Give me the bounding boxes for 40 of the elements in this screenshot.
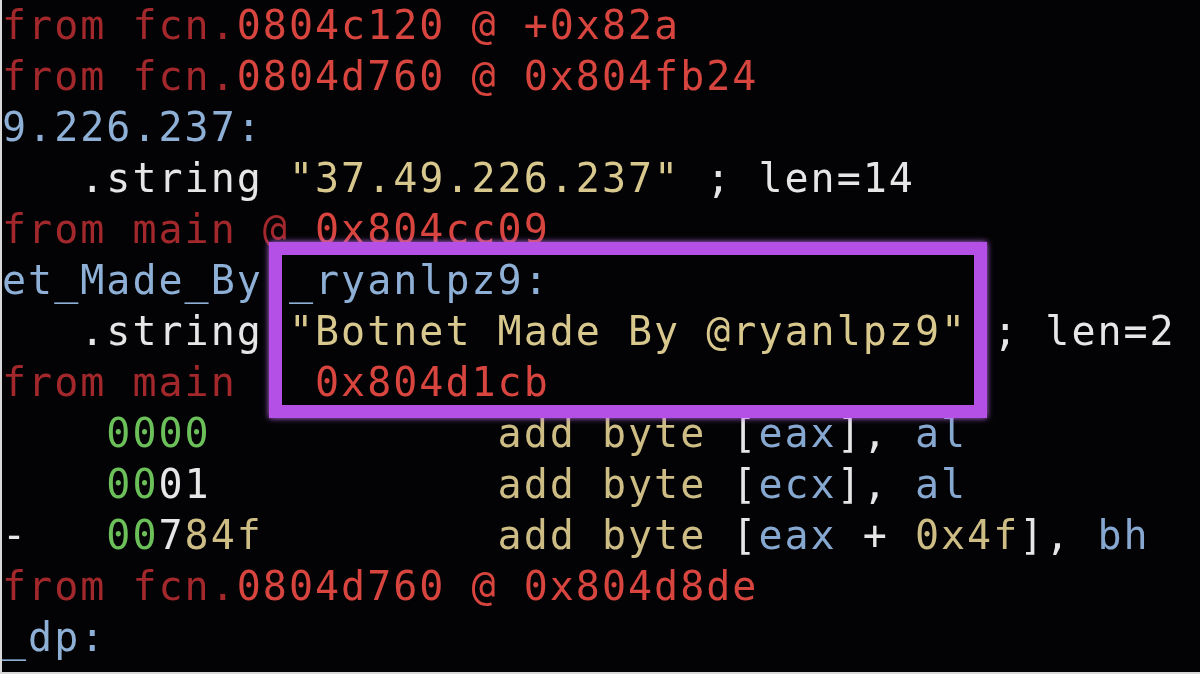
hex-offset: 00 bbox=[105, 461, 159, 507]
code-text: [ bbox=[731, 512, 759, 558]
register-text: ecx bbox=[758, 461, 837, 507]
xref-text: from fcn. bbox=[2, 2, 237, 48]
label-text: _ryanlpz9: bbox=[287, 257, 550, 303]
address-text: 0804c120 @ +0x82a bbox=[236, 2, 681, 48]
address-text: 0x804cc09 bbox=[315, 206, 550, 252]
instruction-text: 84f bbox=[184, 512, 263, 558]
address-text: 0804d760 @ 0x804fb24 bbox=[236, 53, 759, 99]
label-text: et_Made_By bbox=[2, 257, 263, 303]
instruction-text: 0x4f bbox=[914, 512, 1020, 558]
xref-text: from fcn. bbox=[2, 563, 237, 609]
register-text: eax bbox=[758, 410, 837, 456]
register-text: bh bbox=[1096, 512, 1150, 558]
register-text: eax bbox=[758, 512, 837, 558]
code-text: 01 bbox=[158, 461, 211, 507]
address-text: 0804d760 @ 0x804d8de bbox=[236, 563, 759, 609]
code-text: 7 bbox=[158, 512, 185, 558]
string-literal: "37.49.226.237" bbox=[288, 155, 681, 201]
xref-text: from fcn. bbox=[2, 53, 237, 99]
code-text: + bbox=[861, 512, 890, 558]
label-text: _dp: bbox=[2, 614, 107, 660]
hex-offset: 00 bbox=[105, 512, 159, 558]
instruction-text: add byte bbox=[496, 461, 707, 507]
code-text: .string bbox=[79, 308, 264, 354]
string-literal: "Botnet Made By @ryanlpz9" bbox=[288, 308, 968, 354]
code-text: ], bbox=[836, 461, 889, 507]
instruction-text: add byte bbox=[496, 512, 707, 558]
code-text: ; len=2 bbox=[992, 308, 1176, 354]
code-text: ; len=14 bbox=[705, 155, 915, 201]
instruction-text: add byte bbox=[496, 410, 707, 456]
register-text: al bbox=[913, 461, 968, 507]
hex-offset: 0000 bbox=[105, 410, 211, 456]
address-text: 0x804d1cb bbox=[314, 359, 550, 405]
code-text: - bbox=[2, 512, 29, 558]
xref-text: from main bbox=[2, 359, 237, 405]
label-text: 9.226.237: bbox=[2, 104, 263, 150]
code-text: [ bbox=[731, 461, 759, 507]
code-text: ], bbox=[1019, 512, 1072, 558]
code-text: .string bbox=[79, 155, 264, 201]
